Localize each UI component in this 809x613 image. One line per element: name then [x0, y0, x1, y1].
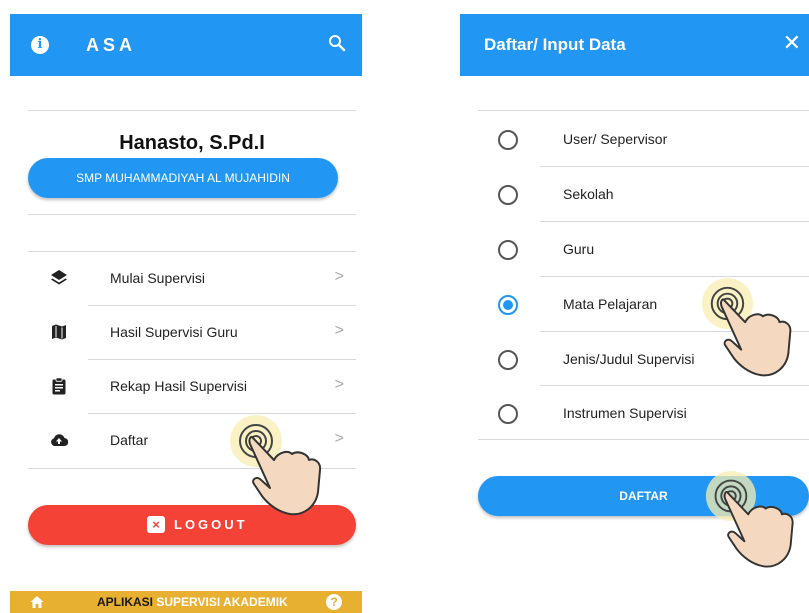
chevron-right-icon: >: [334, 268, 344, 285]
menu-item-label: Rekap Hasil Supervisi: [110, 378, 247, 394]
tap-gesture-icon: [705, 470, 794, 568]
option-label: Sekolah: [563, 186, 614, 202]
tap-gesture-icon: [701, 277, 792, 377]
footer-text-part1: APLIKASI: [97, 595, 154, 609]
option-guru[interactable]: Guru: [478, 222, 809, 277]
option-label: User/ Sepervisor: [563, 131, 668, 147]
divider: [478, 110, 809, 111]
divider: [28, 214, 356, 215]
menu-item-label: Hasil Supervisi Guru: [110, 324, 238, 340]
radio-button[interactable]: [498, 185, 518, 205]
footer-bar: APLIKASI SUPERVISI AKADEMIK ?: [10, 591, 362, 613]
close-box-icon: ×: [147, 516, 165, 533]
app-title: ASA: [86, 35, 137, 55]
option-sekolah[interactable]: Sekolah: [478, 167, 809, 222]
home-icon[interactable]: [30, 595, 44, 609]
search-icon[interactable]: [328, 34, 346, 52]
school-button[interactable]: SMP MUHAMMADIYAH AL MUJAHIDIN: [28, 158, 338, 198]
menu-item-label: Mulai Supervisi: [110, 270, 205, 286]
divider: [28, 110, 356, 111]
layers-icon: [51, 270, 67, 285]
menu-item-rekap-hasil-supervisi[interactable]: Rekap Hasil Supervisi >: [28, 360, 356, 414]
option-label: Guru: [563, 241, 595, 257]
option-label: Jenis/Judul Supervisi: [563, 351, 695, 367]
option-label: Mata Pelajaran: [563, 296, 658, 312]
left-app-bar: i ASA: [10, 14, 362, 76]
menu-item-mulai-supervisi[interactable]: Mulai Supervisi >: [28, 252, 356, 306]
help-icon[interactable]: ?: [326, 594, 342, 610]
option-user-supervisor[interactable]: User/ Sepervisor: [478, 112, 809, 167]
info-icon[interactable]: i: [31, 36, 49, 54]
radio-button[interactable]: [498, 404, 518, 424]
chevron-right-icon: >: [334, 430, 344, 447]
chevron-right-icon: >: [334, 376, 344, 393]
menu-item-hasil-supervisi-guru[interactable]: Hasil Supervisi Guru >: [28, 306, 356, 360]
radio-button[interactable]: [498, 240, 518, 260]
cloud-upload-icon: [51, 434, 68, 447]
option-label: Instrumen Supervisi: [563, 405, 687, 421]
divider: [478, 439, 809, 440]
menu-item-label: Daftar: [110, 432, 149, 448]
map-icon: [52, 324, 66, 340]
chevron-right-icon: >: [334, 322, 344, 339]
tap-gesture-icon: [230, 415, 322, 516]
user-name: Hanasto, S.Pd.I: [119, 132, 265, 154]
dialog-title: Daftar/ Input Data: [484, 35, 626, 54]
footer-text: APLIKASI SUPERVISI AKADEMIK: [97, 595, 288, 609]
right-app-bar: Daftar/ Input Data ✕: [460, 14, 809, 76]
radio-button[interactable]: [498, 130, 518, 150]
clipboard-icon: [52, 377, 66, 395]
footer-text-part2: SUPERVISI AKADEMIK: [156, 595, 288, 609]
radio-button[interactable]: [498, 350, 518, 370]
option-instrumen-supervisi[interactable]: Instrumen Supervisi: [478, 386, 809, 441]
radio-button-selected[interactable]: [498, 295, 518, 315]
close-icon[interactable]: ✕: [783, 32, 801, 54]
